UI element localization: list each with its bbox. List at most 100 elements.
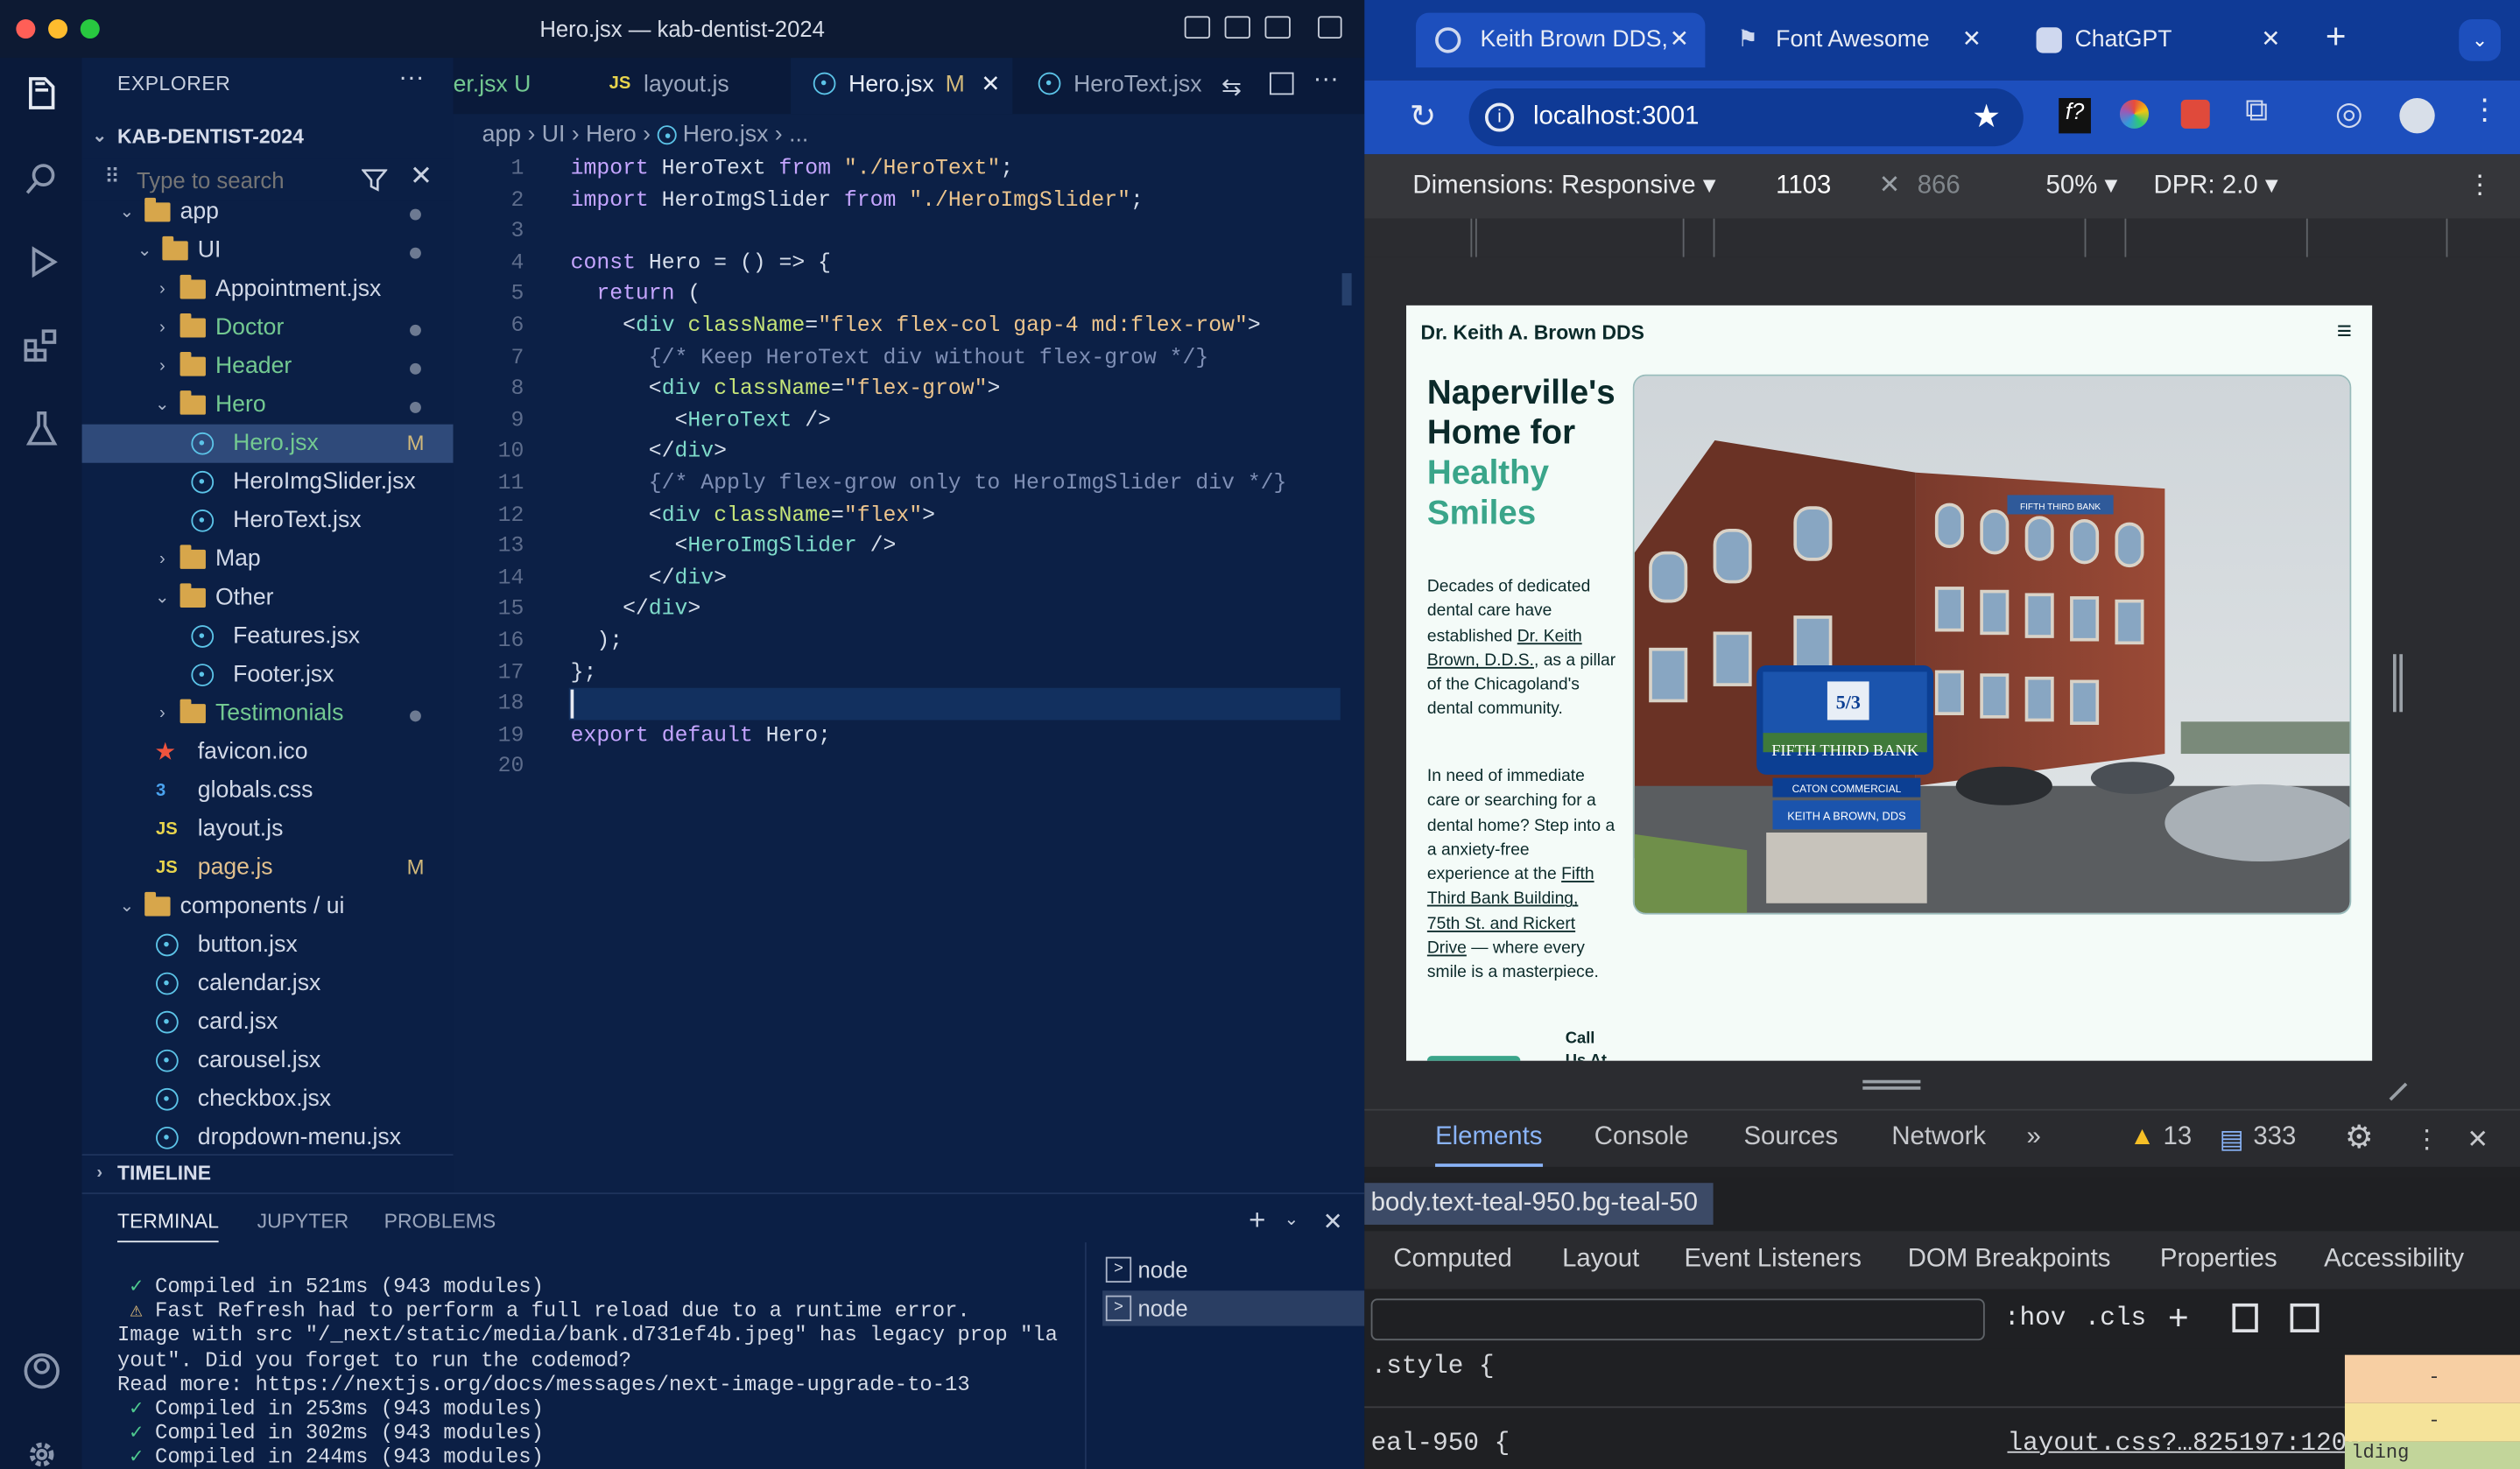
timeline-section[interactable]: › TIMELINE (81, 1154, 454, 1189)
tab-problems[interactable]: PROBLEMS (384, 1210, 496, 1233)
color-picker-extension-icon[interactable] (2119, 99, 2150, 129)
message-icon[interactable]: ▤ (2220, 1123, 2244, 1156)
scrollbar-thumb[interactable] (1341, 273, 1352, 306)
new-terminal-icon[interactable]: + (1249, 1204, 1265, 1238)
css-source-link[interactable]: layout.css?…825197:1206 (2007, 1429, 2362, 1458)
breadcrumb-symbol[interactable]: ... (789, 123, 808, 148)
breadcrumb-hero[interactable]: Hero (586, 123, 637, 148)
close-tab-icon[interactable]: ✕ (1962, 13, 1982, 67)
css-rule-selector[interactable]: eal-950 { (1371, 1429, 1510, 1458)
devtools-settings-icon[interactable]: ⚙ (2345, 1117, 2374, 1157)
location-link[interactable]: Third Bank Building, (1427, 889, 1578, 909)
bookmark-star-icon[interactable]: ★ (1972, 88, 2001, 146)
doctor-link[interactable]: Brown, D.D.S. (1427, 650, 1534, 670)
tree-item[interactable]: ⌄ UI (82, 231, 454, 270)
close-tab-icon[interactable]: ✕ (2261, 13, 2280, 67)
split-editor-icon[interactable] (1270, 72, 1294, 95)
avatar[interactable] (2399, 97, 2435, 134)
tab-network[interactable]: Network (1891, 1123, 1986, 1152)
tree-item[interactable]: ★ favicon.ico (82, 733, 454, 771)
paint-format-icon[interactable] (2232, 1303, 2258, 1332)
tree-item[interactable]: calendar.jsx (82, 965, 454, 1003)
tab-font-awesome[interactable]: ⚑ Font Awesome ✕ (1718, 13, 1991, 67)
terminal-instance[interactable]: node (1102, 1252, 1366, 1287)
tab-er-jsx[interactable]: er.jsx U (454, 58, 582, 114)
tree-item[interactable]: › Testimonials (82, 694, 454, 733)
selected-node[interactable]: body.text-teal-950.bg-teal-50 (1364, 1183, 1714, 1225)
tree-item[interactable]: › Map (82, 540, 454, 579)
hamburger-menu-icon[interactable]: ≡ (2337, 319, 2352, 348)
tree-item[interactable]: ⌄ Other (82, 579, 454, 617)
resize-handle-corner[interactable] (2375, 1069, 2408, 1101)
toggle-panel-icon[interactable] (1224, 16, 1250, 39)
customize-layout-icon[interactable] (1318, 16, 1342, 39)
code-editor[interactable]: 1 import HeroText from "./HeroText"; 2 impo… (453, 152, 1365, 1193)
address-bar[interactable]: i localhost:3001 ★ (1468, 88, 2024, 147)
swap-dimensions-icon[interactable]: ✕ (1879, 154, 1901, 218)
tree-item[interactable]: › Header (82, 348, 454, 386)
terminal-instance[interactable]: node (1102, 1290, 1367, 1326)
tree-item[interactable]: JS layout.js (82, 810, 454, 848)
tree-item[interactable]: button.jsx (82, 925, 454, 964)
location-link[interactable]: Drive (1427, 938, 1467, 958)
tab-computed[interactable]: Computed (1393, 1231, 1512, 1289)
tab-search-icon[interactable]: ⌄ (2459, 19, 2501, 61)
close-tab-icon[interactable]: ✕ (981, 73, 1000, 98)
extensions-icon[interactable] (21, 325, 63, 367)
styles-filter-input[interactable] (1370, 1298, 1985, 1341)
message-count[interactable]: 333 (2253, 1123, 2296, 1152)
tree-item[interactable]: › Doctor (82, 308, 454, 347)
close-devtools-icon[interactable]: ✕ (2467, 1123, 2488, 1156)
more-tabs-icon[interactable]: » (2027, 1123, 2041, 1152)
close-panel-icon[interactable]: ✕ (1323, 1207, 1343, 1236)
site-info-icon[interactable]: i (1484, 102, 1515, 132)
breadcrumb-file[interactable]: Hero.jsx (683, 123, 769, 148)
tree-item[interactable]: HeroImgSlider.jsx (82, 463, 454, 502)
tab-properties[interactable]: Properties (2160, 1231, 2277, 1289)
extension-fx-icon[interactable]: f? (2059, 97, 2091, 134)
tab-herotext-jsx[interactable]: HeroText.jsx (1016, 58, 1216, 114)
resize-handle-bottom[interactable] (1862, 1079, 1921, 1090)
device-toolbar-more-icon[interactable]: ⋮ (2467, 154, 2492, 218)
tree-item[interactable]: HeroText.jsx (82, 502, 454, 540)
project-root[interactable]: ⌄ KAB-DENTIST-2024 (82, 119, 454, 154)
tab-layout-js[interactable]: JS layout.js (587, 58, 783, 114)
doctor-link[interactable]: Dr. Keith (1517, 626, 1582, 645)
search-icon[interactable] (21, 158, 63, 200)
breadcrumb-ui[interactable]: UI (542, 123, 566, 148)
explorer-search-input[interactable] (137, 165, 362, 195)
hover-state-toggle[interactable]: :hov (2004, 1304, 2066, 1332)
run-debug-icon[interactable] (21, 241, 63, 283)
drag-handle-icon[interactable]: ⠿ (104, 164, 119, 189)
tab-terminal[interactable]: TERMINAL (116, 1210, 219, 1243)
more-actions-icon[interactable]: ··· (398, 64, 424, 93)
warning-count[interactable]: 13 (2164, 1123, 2193, 1152)
toggle-sidebar-icon[interactable] (1184, 16, 1211, 39)
performance-icon[interactable]: ◎ (2335, 93, 2363, 133)
tab-hero-jsx[interactable]: Hero.jsx M ✕ (791, 58, 1013, 115)
tree-item[interactable]: › Appointment.jsx (82, 270, 454, 308)
extension-red-icon[interactable] (2180, 99, 2210, 129)
element-style-rule[interactable]: .style { (1371, 1352, 1495, 1381)
explorer-icon[interactable] (21, 74, 63, 116)
close-tab-icon[interactable]: ✕ (1670, 13, 1689, 67)
width-input[interactable]: 1103 (1776, 154, 1831, 218)
close-icon[interactable]: ✕ (410, 161, 433, 193)
testing-flask-icon[interactable] (21, 408, 63, 450)
call-button[interactable] (1426, 1056, 1521, 1061)
tree-item[interactable]: ⌄ components / ui (82, 887, 454, 925)
dpr-select[interactable]: DPR: 2.0 ▾ (2154, 154, 2278, 218)
tab-chatgpt[interactable]: ChatGPT ✕ (2017, 13, 2291, 67)
zoom-select[interactable]: 50% ▾ (2046, 154, 2118, 218)
tab-event-listeners[interactable]: Event Listeners (1685, 1231, 1862, 1289)
tab-layout[interactable]: Layout (1562, 1231, 1639, 1289)
site-name[interactable]: Dr. Keith A. Brown DDS (1421, 321, 1644, 344)
resize-handle-right[interactable] (2392, 654, 2404, 713)
tree-item[interactable]: Features.jsx (82, 617, 454, 656)
toggle-sidebar-icon[interactable] (2290, 1303, 2319, 1332)
tree-item[interactable]: ⌄ Hero (82, 386, 454, 425)
reload-icon[interactable]: ↻ (1410, 96, 1437, 137)
tab-dom-breakpoints[interactable]: DOM Breakpoints (1908, 1231, 2111, 1289)
tab-sources[interactable]: Sources (1743, 1123, 1838, 1152)
compare-changes-icon[interactable]: ⇆ (1221, 73, 1242, 101)
